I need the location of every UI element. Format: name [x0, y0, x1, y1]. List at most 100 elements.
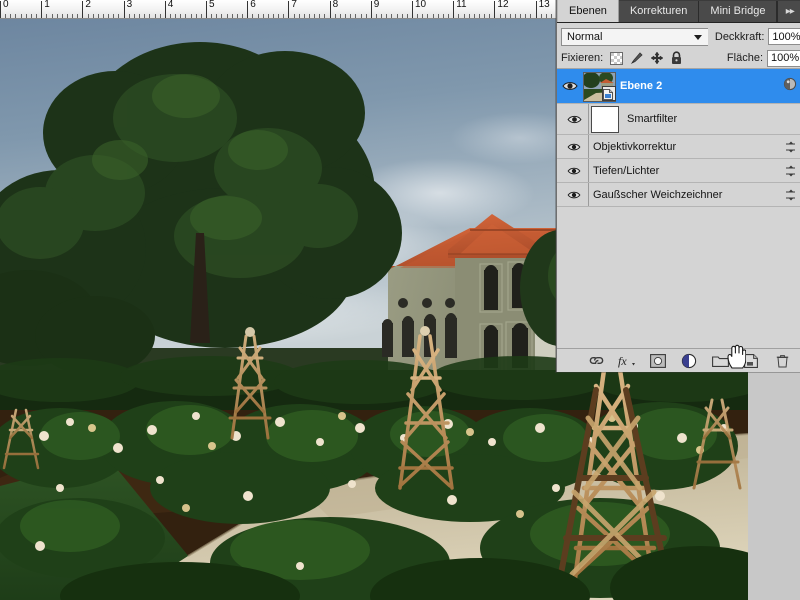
ruler-minor-tick [489, 14, 491, 18]
lock-image-pixels-icon[interactable] [629, 51, 644, 66]
ruler-minor-tick [113, 14, 115, 18]
ruler-minor-tick [365, 14, 367, 18]
ruler-minor-tick [25, 14, 27, 18]
ruler-minor-tick [10, 14, 12, 18]
layer-visibility-toggle[interactable] [557, 80, 583, 92]
lock-position-icon[interactable] [649, 51, 664, 66]
filter-row-gaussscher-weichzeichner[interactable]: Gaußscher Weichzeichner [557, 183, 800, 207]
ruler-minor-tick [103, 14, 104, 18]
blend-mode-value: Normal [567, 30, 603, 43]
layer-style-sphere-icon[interactable] [783, 77, 797, 96]
ruler-major-tick [288, 1, 290, 18]
fill-input[interactable]: 100% [767, 49, 800, 67]
ruler-tick-label: 9 [373, 0, 380, 10]
ruler-major-tick [453, 1, 455, 18]
ruler-minor-tick [350, 14, 352, 18]
eye-icon [567, 191, 581, 198]
ruler-minor-tick [545, 14, 547, 18]
ruler-minor-tick [427, 14, 429, 18]
lock-row[interactable]: Fixieren: Fläche: 100% [557, 48, 800, 68]
filter-blending-options-icon[interactable] [785, 165, 797, 177]
link-layers-button[interactable] [587, 352, 605, 370]
ruler-major-tick [412, 1, 413, 18]
ruler-minor-tick [515, 14, 516, 18]
tab-ebenen[interactable]: Ebenen [557, 0, 619, 22]
delete-layer-button[interactable] [773, 352, 791, 370]
ruler-minor-tick [381, 14, 383, 18]
lock-transparent-pixels-icon[interactable] [609, 51, 624, 66]
collapse-glyph: ▸▸ [785, 6, 795, 17]
ruler-minor-tick [406, 14, 408, 18]
layer-list-empty-space[interactable] [557, 207, 800, 313]
layers-panel[interactable]: Ebenen Korrekturen Mini Bridge ▸▸ Normal… [556, 0, 800, 372]
panel-tab-strip[interactable]: Ebenen Korrekturen Mini Bridge ▸▸ [557, 0, 800, 23]
ruler-minor-tick [133, 14, 135, 18]
ruler-minor-tick [319, 14, 321, 18]
smartfilter-visibility-toggle[interactable] [563, 114, 585, 125]
filter-label[interactable]: Tiefen/Lichter [593, 165, 659, 177]
ruler-minor-tick [375, 14, 377, 18]
smart-filter-group-row[interactable]: Smartfilter [557, 104, 800, 135]
ruler-tick-label: 1 [44, 0, 50, 10]
filter-blending-options-icon[interactable] [785, 141, 797, 153]
ruler-minor-tick [309, 14, 310, 18]
tab-korrekturen-label: Korrekturen [629, 5, 688, 17]
ruler-minor-tick [66, 14, 68, 18]
layer-style-button[interactable]: fx [618, 352, 636, 370]
chevron-down-icon[interactable] [693, 34, 702, 40]
ruler-minor-tick [293, 14, 295, 18]
filter-visibility-toggle[interactable] [563, 142, 585, 152]
layer-thumbnail[interactable] [583, 71, 617, 102]
ruler-minor-tick [231, 14, 233, 18]
new-group-button[interactable] [711, 352, 729, 370]
filter-blending-options-icon[interactable] [785, 189, 797, 201]
ruler-major-tick [535, 1, 537, 18]
ruler-minor-tick [175, 14, 177, 18]
blend-mode-row[interactable]: Normal Deckkraft: 100% [557, 23, 800, 48]
filter-visibility-toggle[interactable] [563, 166, 585, 176]
filter-visibility-toggle[interactable] [563, 190, 585, 200]
collapse-panel-icon[interactable]: ▸▸ [778, 1, 800, 22]
filter-label[interactable]: Objektivkorrektur [593, 141, 676, 153]
smart-filter-mask-thumbnail[interactable] [591, 105, 619, 133]
ruler-minor-tick [530, 14, 532, 18]
ruler-minor-tick [267, 14, 269, 18]
layer-name[interactable]: Ebene 2 [620, 80, 662, 92]
tab-korrekturen[interactable]: Korrekturen [618, 1, 700, 22]
ruler-minor-tick [190, 14, 192, 18]
new-adjustment-layer-button[interactable] [680, 352, 698, 370]
opacity-input[interactable]: 100% [768, 28, 800, 45]
ruler-minor-tick [463, 14, 465, 18]
filter-row-objektivkorrektur[interactable]: Objektivkorrektur [557, 135, 800, 159]
ruler-minor-tick [468, 14, 470, 18]
new-layer-button[interactable] [742, 352, 760, 370]
layer-row-ebene-2[interactable]: Ebene 2 [557, 69, 800, 104]
ruler-minor-tick [525, 14, 527, 18]
ruler-minor-tick [128, 14, 130, 18]
filter-row-tiefen-lichter[interactable]: Tiefen/Lichter [557, 159, 800, 183]
ruler-minor-tick [144, 14, 146, 18]
filter-label[interactable]: Gaußscher Weichzeichner [593, 189, 722, 201]
ruler-minor-tick [169, 14, 171, 18]
layers-panel-bottom-bar[interactable]: fx [557, 348, 800, 372]
ruler-minor-tick [339, 14, 341, 18]
ruler-minor-tick [108, 14, 110, 18]
ruler-minor-tick [51, 14, 53, 18]
smart-object-badge-icon [602, 86, 616, 101]
ruler-minor-tick [5, 14, 7, 18]
list-indent-guide [588, 135, 589, 158]
add-layer-mask-button[interactable] [649, 352, 667, 370]
ruler-minor-tick [185, 14, 187, 18]
ruler-minor-tick [442, 14, 444, 18]
opacity-label: Deckkraft: [714, 30, 765, 43]
blend-mode-select[interactable]: Normal [561, 27, 708, 46]
ruler-minor-tick [20, 14, 22, 18]
eye-icon [566, 115, 582, 123]
ruler-minor-tick [139, 14, 141, 18]
tab-mini-bridge[interactable]: Mini Bridge [699, 1, 778, 22]
ruler-minor-tick [303, 14, 305, 18]
ruler-minor-tick [221, 14, 223, 18]
layer-list[interactable]: Ebene 2 Smartfilter Objektivkorrektur Ti… [557, 68, 800, 313]
lock-all-icon[interactable] [669, 51, 684, 66]
ruler-minor-tick [458, 14, 460, 18]
